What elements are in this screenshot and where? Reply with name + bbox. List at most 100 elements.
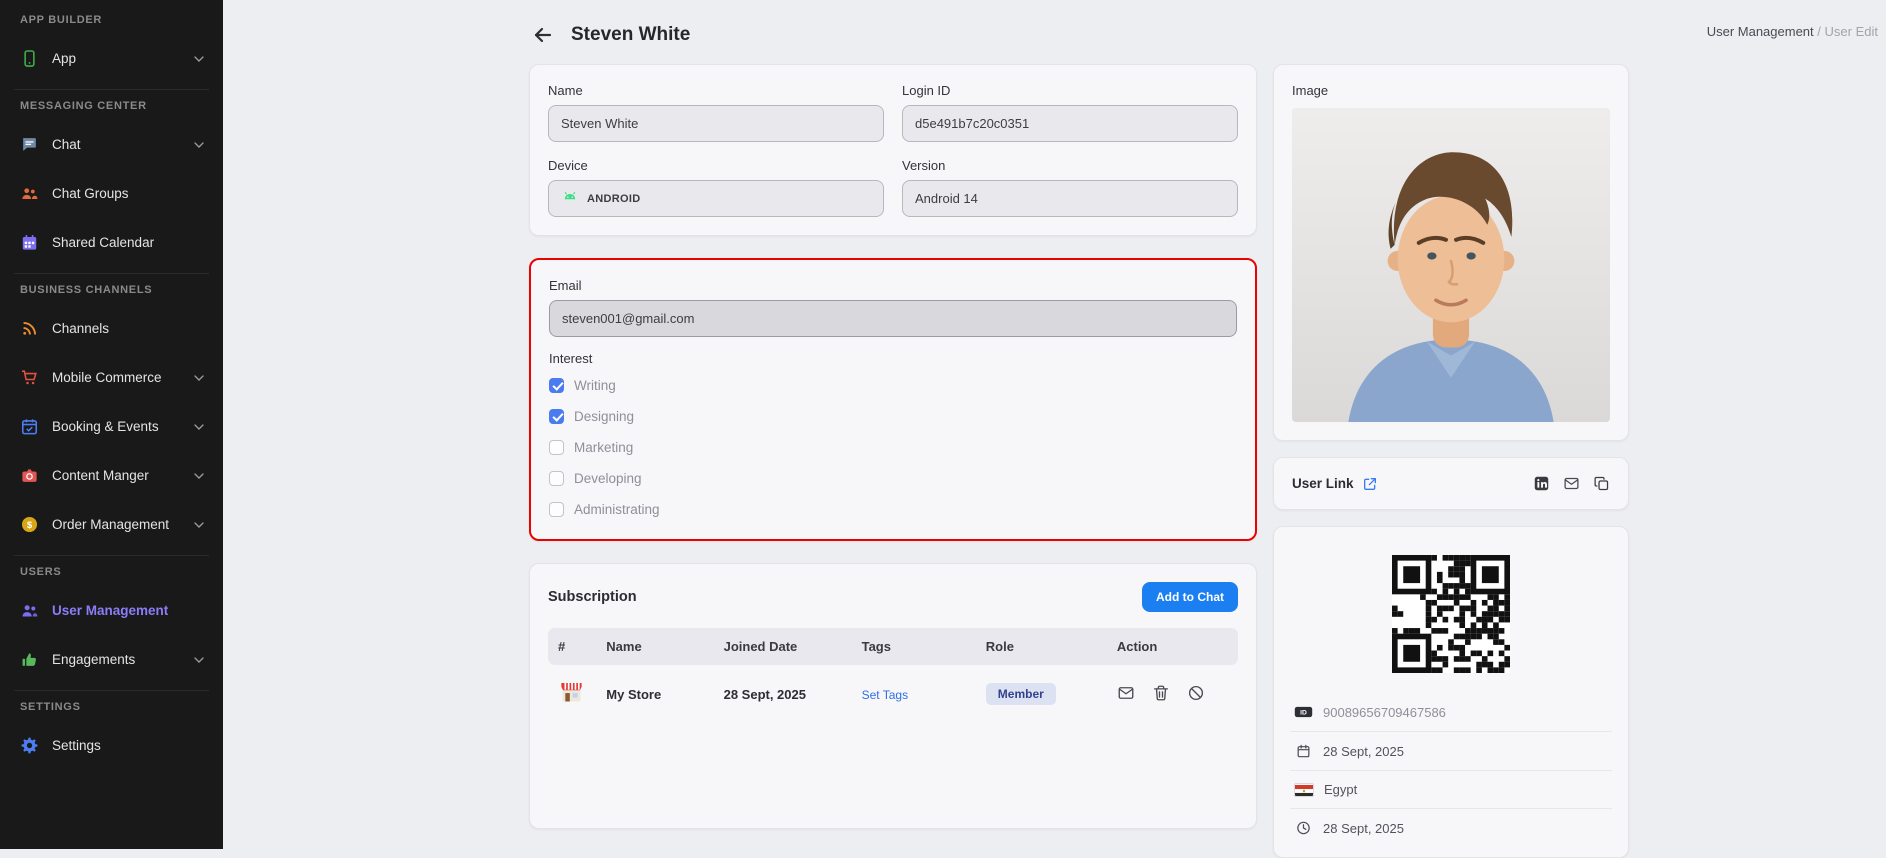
sidebar-item-chat-groups[interactable]: Chat Groups xyxy=(0,169,223,218)
qr-code xyxy=(1392,555,1510,673)
set-tags-link[interactable]: Set Tags xyxy=(862,688,908,702)
interest-option-writing[interactable]: Writing xyxy=(549,378,1237,393)
title-group: Steven White xyxy=(531,22,690,48)
user-link-title-group: User Link xyxy=(1292,476,1378,492)
ban-icon[interactable] xyxy=(1187,684,1205,702)
sidebar-item-shared-calendar[interactable]: Shared Calendar xyxy=(0,218,223,267)
interest-label: Designing xyxy=(574,409,634,424)
column-header-role: Role xyxy=(976,628,1107,665)
login-id-input[interactable] xyxy=(902,105,1238,142)
login-id-field: Login ID xyxy=(902,83,1238,142)
app-root: APP BUILDER App MESSAGING CENTERChatChat G… xyxy=(0,0,1886,849)
sidebar-item-label: Channels xyxy=(52,321,109,336)
breadcrumb-parent[interactable]: User Management xyxy=(1707,24,1814,39)
sidebar-item-order-management[interactable]: $Order Management xyxy=(0,500,223,549)
sidebar-item-channels[interactable]: Channels xyxy=(0,304,223,353)
mail-icon[interactable] xyxy=(1117,684,1135,702)
checkbox-checked-icon[interactable] xyxy=(549,409,564,424)
email-label: Email xyxy=(549,278,1237,293)
country-value: Egypt xyxy=(1324,782,1357,797)
trash-icon[interactable] xyxy=(1152,684,1170,702)
topbar: Steven White User Management / User Edit xyxy=(223,0,1886,48)
mail-icon[interactable] xyxy=(1563,475,1580,492)
interest-option-developing[interactable]: Developing xyxy=(549,471,1237,486)
profile-card: Name Login ID Device ANDROID xyxy=(529,64,1257,236)
breadcrumb-current: User Edit xyxy=(1825,24,1878,39)
clock-icon xyxy=(1294,820,1313,836)
chevron-down-icon xyxy=(191,137,207,153)
sidebar-item-label: Settings xyxy=(52,738,101,753)
joined-date-row: 28 Sept, 2025 xyxy=(1290,732,1612,771)
version-input[interactable] xyxy=(902,180,1238,217)
copy-icon[interactable] xyxy=(1593,475,1610,492)
interest-option-marketing[interactable]: Marketing xyxy=(549,440,1237,455)
column-header-joined-date: Joined Date xyxy=(714,628,852,665)
name-label: Name xyxy=(548,83,884,98)
sidebar-nav: APP BUILDER App MESSAGING CENTERChatChat G… xyxy=(0,4,223,770)
device-value: ANDROID xyxy=(587,193,640,205)
svg-text:$: $ xyxy=(27,520,33,531)
user-id-value: 90089656709467586 xyxy=(1323,705,1446,720)
chevron-down-icon xyxy=(191,419,207,435)
chevron-down-icon xyxy=(191,51,207,67)
sidebar-item-user-management[interactable]: User Management xyxy=(0,586,223,635)
checkbox-unchecked-icon[interactable] xyxy=(549,471,564,486)
user-management-icon xyxy=(20,601,39,620)
sidebar-item-label: App xyxy=(52,51,76,66)
user-link-actions xyxy=(1533,475,1610,492)
sidebar-item-settings[interactable]: Settings xyxy=(0,721,223,770)
image-card: Image xyxy=(1273,64,1629,441)
mobile-commerce-icon xyxy=(20,368,39,387)
id-badge-icon: ID xyxy=(1294,704,1313,720)
sidebar-item-app[interactable]: App xyxy=(0,34,223,83)
external-link-icon[interactable] xyxy=(1362,476,1378,492)
checkbox-unchecked-icon[interactable] xyxy=(549,502,564,517)
linkedin-icon[interactable] xyxy=(1533,475,1550,492)
sidebar-item-chat[interactable]: Chat xyxy=(0,120,223,169)
sidebar-section-header: MESSAGING CENTER xyxy=(0,90,223,120)
sidebar-item-label: Mobile Commerce xyxy=(52,370,162,385)
role-badge: Member xyxy=(986,683,1056,705)
right-column: Image xyxy=(1273,64,1629,858)
left-column: Name Login ID Device ANDROID xyxy=(529,64,1257,829)
android-icon xyxy=(561,188,579,209)
qr-info-card: ID 90089656709467586 28 Sept, 2025 Egypt… xyxy=(1273,526,1629,858)
breadcrumb: User Management / User Edit xyxy=(1707,24,1878,39)
calendar-icon xyxy=(1294,743,1313,759)
sidebar-item-booking-events[interactable]: Booking & Events xyxy=(0,402,223,451)
image-label: Image xyxy=(1292,83,1610,98)
user-photo xyxy=(1292,108,1610,422)
sidebar-item-label: Engagements xyxy=(52,652,135,667)
sidebar-item-engagements[interactable]: Engagements xyxy=(0,635,223,684)
interest-option-administrating[interactable]: Administrating xyxy=(549,502,1237,517)
subscription-header: Subscription Add to Chat xyxy=(548,582,1238,612)
email-field: Email xyxy=(549,278,1237,337)
chevron-down-icon xyxy=(191,652,207,668)
email-input[interactable] xyxy=(549,300,1237,337)
sidebar-section-header: APP BUILDER xyxy=(0,4,223,34)
interest-option-designing[interactable]: Designing xyxy=(549,409,1237,424)
app-icon xyxy=(20,49,39,68)
qr-wrap xyxy=(1290,541,1612,693)
booking-events-icon xyxy=(20,417,39,436)
sidebar: APP BUILDER App MESSAGING CENTERChatChat G… xyxy=(0,0,223,849)
sidebar-item-label: Booking & Events xyxy=(52,419,159,434)
sidebar-item-mobile-commerce[interactable]: Mobile Commerce xyxy=(0,353,223,402)
checkbox-unchecked-icon[interactable] xyxy=(549,440,564,455)
user-link-card: User Link xyxy=(1273,457,1629,510)
user-link-label: User Link xyxy=(1292,476,1354,491)
interest-label: Developing xyxy=(574,471,642,486)
sidebar-item-content-manger[interactable]: Content Manger xyxy=(0,451,223,500)
name-input[interactable] xyxy=(548,105,884,142)
contact-card: Email Interest WritingDesigningMarketing… xyxy=(529,258,1257,541)
add-to-chat-button[interactable]: Add to Chat xyxy=(1142,582,1238,612)
back-button[interactable] xyxy=(531,22,557,48)
column-header-name: Name xyxy=(596,628,713,665)
store-icon xyxy=(558,679,585,706)
table-row: My Store 28 Sept, 2025 Set Tags Member xyxy=(548,665,1238,723)
row-actions xyxy=(1117,684,1205,702)
device-input[interactable]: ANDROID xyxy=(548,180,884,217)
checkbox-checked-icon[interactable] xyxy=(549,378,564,393)
main-content: Steven White User Management / User Edit… xyxy=(223,0,1886,849)
column-header-action: Action xyxy=(1107,628,1238,665)
